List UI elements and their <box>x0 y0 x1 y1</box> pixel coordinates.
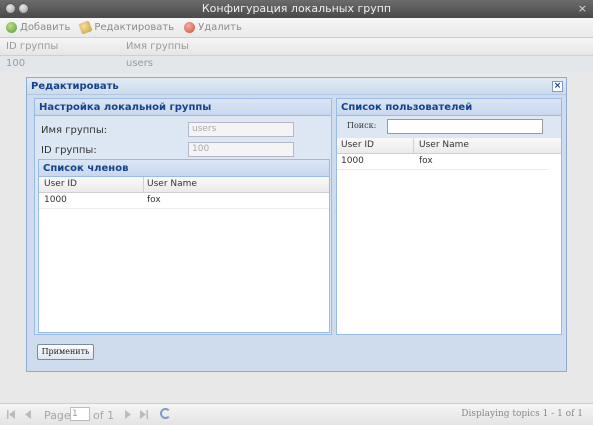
group-name-cell: users <box>126 58 154 69</box>
user-id-cell: 1000 <box>341 156 364 166</box>
dialog-body: Настройка локальной группы Имя группы: u… <box>31 98 562 338</box>
window-titlebar: Конфигурация локальных групп × <box>0 0 593 18</box>
group-settings-title: Настройка локальной группы <box>35 99 331 116</box>
column-header-group-id[interactable]: ID группы <box>6 41 58 52</box>
members-grid-header: User ID User Name <box>39 177 329 193</box>
toolbar: Добавить Редактировать Удалить <box>0 18 593 38</box>
users-grid-header: User ID User Name <box>337 138 561 154</box>
refresh-icon[interactable] <box>160 408 171 419</box>
paging-status: Displaying topics 1 - 1 of 1 <box>461 409 583 419</box>
window-button-icon[interactable] <box>5 3 16 14</box>
window-close-icon[interactable]: × <box>578 0 587 18</box>
apply-button[interactable]: Применить <box>37 344 94 360</box>
window-controls <box>5 3 29 14</box>
next-page-icon[interactable] <box>124 410 132 419</box>
group-id-cell: 100 <box>6 58 26 69</box>
members-grid: User ID User Name 1000 fox <box>39 177 329 332</box>
add-icon <box>6 22 17 33</box>
close-icon[interactable]: × <box>552 81 563 92</box>
column-separator[interactable] <box>413 138 414 154</box>
edit-button-label: Редактировать <box>94 22 175 33</box>
member-name-cell: fox <box>147 195 161 205</box>
edit-button[interactable]: Редактировать <box>78 20 175 35</box>
table-row[interactable]: 100 users <box>0 56 593 73</box>
delete-icon <box>184 22 196 33</box>
window-button-icon[interactable] <box>18 3 29 14</box>
delete-button[interactable]: Удалить <box>184 22 242 33</box>
group-name-label: Имя группы: <box>41 125 108 136</box>
prev-page-icon[interactable] <box>24 410 32 419</box>
page-label: Page <box>44 409 71 422</box>
pencil-icon <box>78 20 93 35</box>
first-page-icon[interactable] <box>7 410 15 419</box>
members-panel: Список членов User ID User Name 1000 fox <box>38 159 330 333</box>
column-header-group-name[interactable]: Имя группы <box>126 41 189 52</box>
page-number-input[interactable]: 1 <box>70 407 90 421</box>
table-row[interactable]: 1000 fox <box>39 193 329 209</box>
group-id-field[interactable]: 100 <box>188 142 294 157</box>
group-settings-panel: Настройка локальной группы Имя группы: u… <box>34 98 332 335</box>
paging-toolbar: Page 1 of 1 Displaying topics 1 - 1 of 1 <box>0 403 593 425</box>
group-id-label: ID группы: <box>41 145 97 156</box>
last-page-icon[interactable] <box>140 410 148 419</box>
search-input[interactable] <box>387 119 543 134</box>
group-name-field[interactable]: users <box>188 122 294 137</box>
column-separator[interactable] <box>143 177 144 193</box>
page-count-label: of 1 <box>93 409 115 422</box>
window-title: Конфигурация локальных групп <box>201 2 392 15</box>
column-header-user-id[interactable]: User ID <box>44 179 77 189</box>
column-header-user-name[interactable]: User Name <box>147 179 197 189</box>
user-name-cell: fox <box>419 156 433 166</box>
edit-dialog: Редактировать × Настройка локальной груп… <box>26 77 567 372</box>
dialog-header: Редактировать × <box>27 78 566 95</box>
add-button[interactable]: Добавить <box>6 22 70 33</box>
dialog-title: Редактировать <box>31 81 119 92</box>
delete-button-label: Удалить <box>198 22 242 33</box>
search-bar: Поиск: <box>337 116 561 138</box>
table-row[interactable]: 1000 fox <box>337 154 549 170</box>
users-panel: Список пользователей Поиск: User ID User… <box>336 98 562 335</box>
member-id-cell: 1000 <box>44 195 67 205</box>
column-header-user-id[interactable]: User ID <box>341 140 374 150</box>
users-title: Список пользователей <box>337 99 561 116</box>
add-button-label: Добавить <box>20 22 71 33</box>
column-header-user-name[interactable]: User Name <box>419 140 469 150</box>
members-title: Список членов <box>39 160 329 177</box>
groups-grid-header: ID группы Имя группы <box>0 39 593 56</box>
search-label: Поиск: <box>347 121 377 130</box>
